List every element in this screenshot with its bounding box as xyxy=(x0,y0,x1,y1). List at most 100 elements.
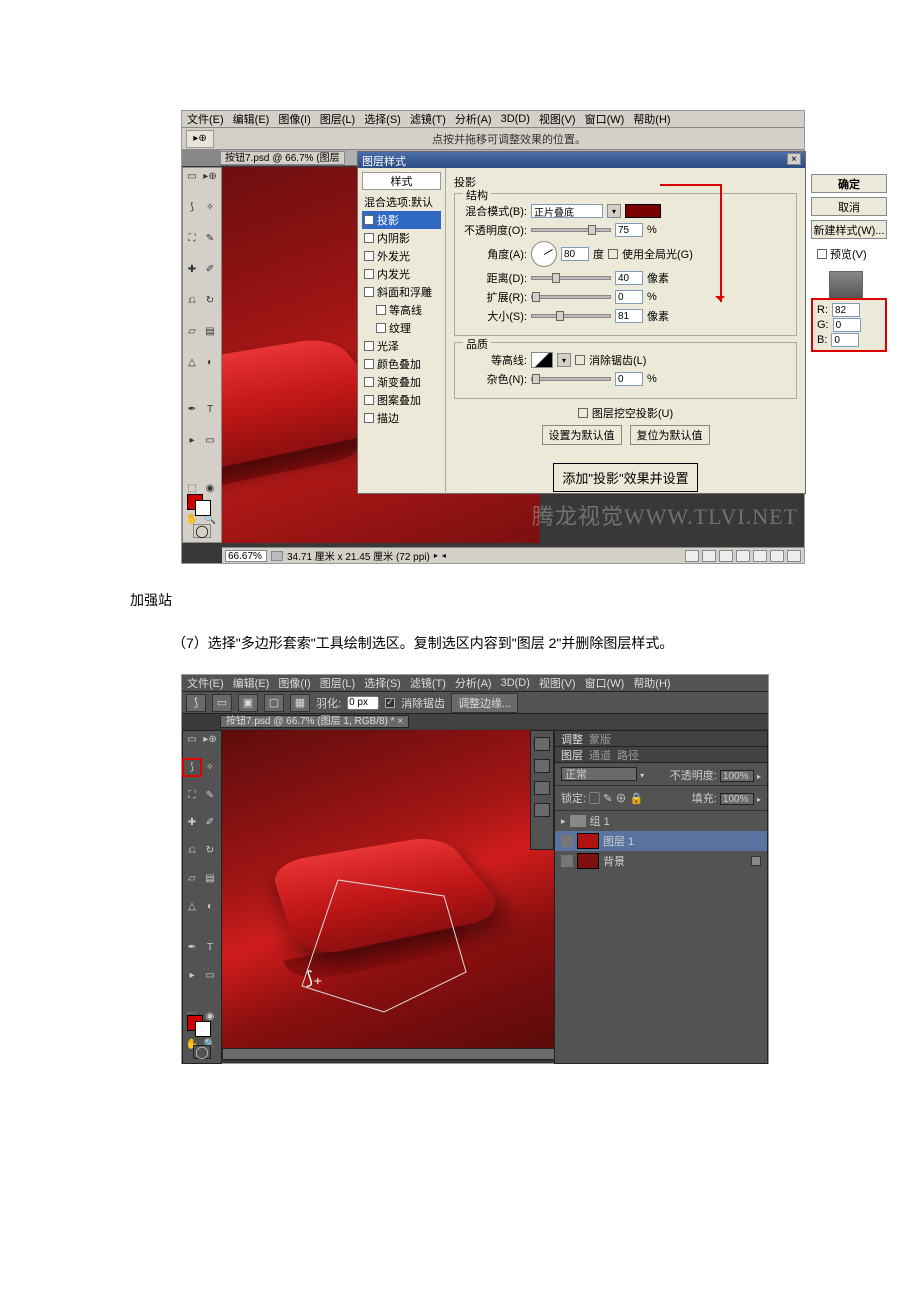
styles-header[interactable]: 样式 xyxy=(362,172,441,190)
antialias-checkbox[interactable] xyxy=(385,698,395,708)
style-inner-glow[interactable]: 内发光 xyxy=(362,265,441,283)
shadow-color-swatch[interactable] xyxy=(625,204,661,218)
antialias-checkbox[interactable] xyxy=(575,355,585,365)
document-tab[interactable]: 按钮7.psd @ 66.7% (图层 1, RGB/8) * × xyxy=(220,715,409,728)
folder-icon[interactable] xyxy=(753,550,767,562)
blur-tool-icon[interactable]: △ xyxy=(183,898,201,915)
eraser-tool-icon[interactable]: ▱ xyxy=(183,323,201,340)
tab-paths[interactable]: 路径 xyxy=(617,747,639,763)
menu-image[interactable]: 图像(I) xyxy=(278,675,310,691)
style-satin[interactable]: 光泽 xyxy=(362,337,441,355)
polygonal-lasso-tool-icon[interactable]: ⟆ xyxy=(183,759,201,776)
menu-layer[interactable]: 图层(L) xyxy=(320,111,355,127)
history-panel-icon[interactable] xyxy=(534,737,550,751)
crop-tool-icon[interactable]: ⛶ xyxy=(183,230,201,247)
menu-window[interactable]: 窗口(W) xyxy=(585,111,625,127)
spread-input[interactable] xyxy=(615,290,643,304)
checkbox-icon[interactable] xyxy=(364,413,374,423)
trash-icon[interactable] xyxy=(787,550,801,562)
menu-filter[interactable]: 滤镜(T) xyxy=(410,675,446,691)
gradient-tool-icon[interactable]: ▤ xyxy=(201,323,219,340)
zoom-field[interactable]: 66.67% xyxy=(225,550,267,562)
style-gradient-overlay[interactable]: 渐变叠加 xyxy=(362,373,441,391)
reset-default-button[interactable]: 复位为默认值 xyxy=(630,425,710,445)
quick-mask-icon[interactable]: ◯ xyxy=(193,524,211,538)
eraser-tool-icon[interactable]: ▱ xyxy=(183,870,201,887)
style-pattern-overlay[interactable]: 图案叠加 xyxy=(362,391,441,409)
menu-file[interactable]: 文件(E) xyxy=(187,675,224,691)
checkbox-icon[interactable] xyxy=(364,395,374,405)
menu-3d[interactable]: 3D(D) xyxy=(501,113,530,125)
distance-input[interactable] xyxy=(615,271,643,285)
layer-thumbnail[interactable] xyxy=(577,833,599,849)
checkbox-icon[interactable] xyxy=(364,251,374,261)
visibility-icon[interactable] xyxy=(561,835,573,847)
healing-brush-tool-icon[interactable]: ✚ xyxy=(183,261,201,278)
dropdown-icon[interactable]: ▾ xyxy=(607,204,621,218)
dropdown-icon[interactable]: ▾ xyxy=(557,353,571,367)
move-tool-icon[interactable]: ▸⊕ xyxy=(201,731,219,748)
lasso-tool-icon[interactable]: ⟆ xyxy=(183,199,201,216)
marquee-tool-icon[interactable]: ▭ xyxy=(183,168,201,185)
style-color-overlay[interactable]: 颜色叠加 xyxy=(362,355,441,373)
menu-analysis[interactable]: 分析(A) xyxy=(455,111,492,127)
panel-collapse[interactable] xyxy=(182,714,220,729)
background-color[interactable] xyxy=(195,1021,211,1037)
status-icon[interactable] xyxy=(685,550,699,562)
style-texture[interactable]: 纹理 xyxy=(362,319,441,337)
background-color[interactable] xyxy=(195,500,211,516)
brush-tool-icon[interactable]: ✐ xyxy=(201,814,219,831)
adjust-icon[interactable] xyxy=(736,550,750,562)
magic-wand-tool-icon[interactable]: ✧ xyxy=(201,759,219,776)
checkbox-icon[interactable] xyxy=(376,305,386,315)
ok-button[interactable]: 确定 xyxy=(811,174,887,193)
checkbox-icon[interactable] xyxy=(364,377,374,387)
g-input[interactable] xyxy=(833,318,861,332)
clone-stamp-tool-icon[interactable]: ⎌ xyxy=(183,842,201,859)
checkbox-icon[interactable] xyxy=(364,215,374,225)
path-select-tool-icon[interactable]: ▸ xyxy=(183,967,201,984)
layer-thumbnail[interactable] xyxy=(577,853,599,869)
crop-tool-icon[interactable]: ⛶ xyxy=(183,787,201,804)
history-brush-tool-icon[interactable]: ↻ xyxy=(201,842,219,859)
clone-stamp-tool-icon[interactable]: ⎌ xyxy=(183,292,201,309)
style-outer-glow[interactable]: 外发光 xyxy=(362,247,441,265)
selection-add-icon[interactable]: ▣ xyxy=(238,694,258,712)
menu-view[interactable]: 视图(V) xyxy=(539,111,576,127)
noise-input[interactable] xyxy=(615,372,643,386)
type-tool-icon[interactable]: T xyxy=(201,939,219,956)
scroll-right-icon[interactable]: ◂ xyxy=(442,551,446,560)
opacity-slider[interactable] xyxy=(531,228,611,232)
visibility-icon[interactable] xyxy=(561,855,573,867)
menu-file[interactable]: 文件(E) xyxy=(187,111,224,127)
menu-help[interactable]: 帮助(H) xyxy=(633,111,670,127)
checkbox-icon[interactable] xyxy=(364,269,374,279)
checkbox-icon[interactable] xyxy=(364,341,374,351)
layer-1-row[interactable]: 图层 1 xyxy=(555,831,767,851)
polygonal-lasso-icon[interactable]: ⟆ xyxy=(186,694,206,712)
menu-3d[interactable]: 3D(D) xyxy=(501,677,530,689)
style-drop-shadow[interactable]: 投影 xyxy=(362,211,441,229)
menu-view[interactable]: 视图(V) xyxy=(539,675,576,691)
3d-camera-tool-icon[interactable]: ◉ xyxy=(201,480,219,497)
r-input[interactable] xyxy=(832,303,860,317)
checkbox-icon[interactable] xyxy=(364,233,374,243)
contour-picker[interactable] xyxy=(531,352,553,368)
eyedropper-tool-icon[interactable]: ✎ xyxy=(201,787,219,804)
set-default-button[interactable]: 设置为默认值 xyxy=(542,425,622,445)
blur-tool-icon[interactable]: △ xyxy=(183,354,201,371)
style-inner-shadow[interactable]: 内阴影 xyxy=(362,229,441,247)
blend-mode-select[interactable]: 正常 xyxy=(561,767,637,781)
b-input[interactable] xyxy=(831,333,859,347)
style-contour[interactable]: 等高线 xyxy=(362,301,441,319)
tab-layers[interactable]: 图层 xyxy=(561,747,583,763)
selection-intersect-icon[interactable]: ▦ xyxy=(290,694,310,712)
menu-image[interactable]: 图像(I) xyxy=(278,111,310,127)
actions-panel-icon[interactable] xyxy=(534,759,550,773)
move-tool-icon[interactable]: ▸⊕ xyxy=(186,130,214,148)
shape-tool-icon[interactable]: ▭ xyxy=(201,967,219,984)
angle-input[interactable] xyxy=(561,247,589,261)
checkbox-icon[interactable] xyxy=(364,359,374,369)
layer-group-row[interactable]: ▸ 组 1 xyxy=(555,811,767,831)
menu-edit[interactable]: 编辑(E) xyxy=(233,111,270,127)
